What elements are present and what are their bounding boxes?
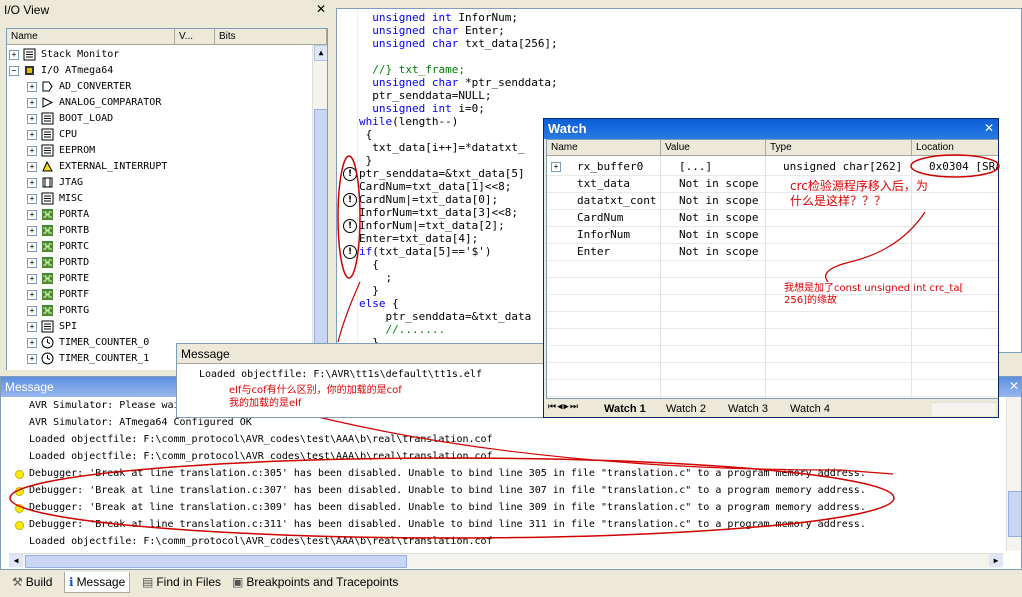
bottom-tab-label: Find in Files bbox=[156, 575, 222, 589]
bottom-tab-label: Message bbox=[76, 575, 126, 589]
bottom-tab[interactable]: ℹ Message bbox=[64, 572, 131, 593]
bottom-tab-bar: ⚒ Build ℹ Message ▤ Find in Files ▣ Breakpoints… bbox=[0, 570, 1022, 597]
bottom-tab[interactable]: ▤ Find in Files bbox=[138, 572, 225, 592]
watch-annotation-overlay bbox=[825, 154, 1000, 283]
bottom-tab[interactable]: ▣ Breakpoints and Tracepoints bbox=[228, 572, 402, 592]
bottom-tab[interactable]: ⚒ Build bbox=[8, 572, 56, 592]
breakpoint-icon: ▣ bbox=[232, 575, 244, 589]
find-icon: ▤ bbox=[142, 575, 154, 589]
info-icon: ℹ bbox=[69, 575, 74, 589]
bottom-tab-label: Build bbox=[25, 575, 53, 589]
build-icon: ⚒ bbox=[12, 575, 23, 589]
bottom-tab-label: Breakpoints and Tracepoints bbox=[246, 575, 399, 589]
